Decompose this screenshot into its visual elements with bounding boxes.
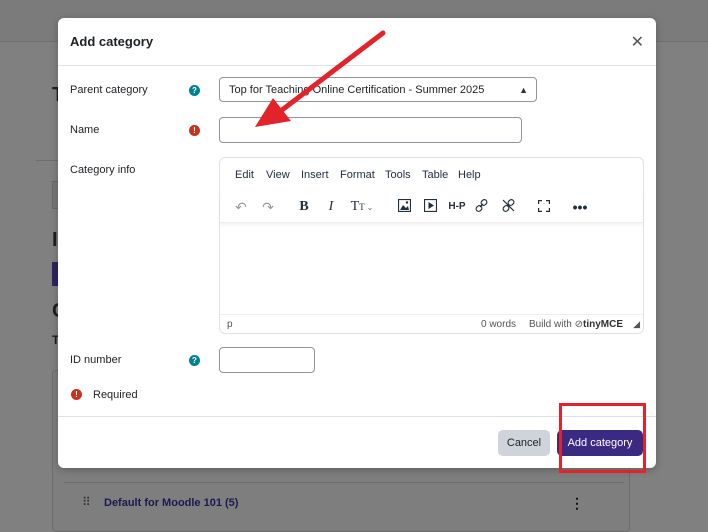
category-info-editor[interactable]: Edit View Insert Format Tools Table Help… <box>219 157 644 334</box>
drag-handle-icon[interactable]: ⠿ <box>82 495 91 509</box>
id-number-label: ID number <box>70 354 122 366</box>
image-icon[interactable] <box>393 197 415 217</box>
kebab-menu-icon[interactable]: ⋮ <box>570 495 584 512</box>
editor-menubar: Edit View Insert Format Tools Table Help <box>220 158 643 190</box>
select-caret-icon: ▲ <box>519 85 528 95</box>
required-icon: ! <box>71 389 82 400</box>
parent-category-value: Top for Teaching Online Certification - … <box>229 84 485 96</box>
element-path[interactable]: p <box>227 319 233 330</box>
font-size-icon[interactable]: TT ⌄ <box>347 197 377 217</box>
dialog-header: Add category ✕ <box>58 18 656 66</box>
editor-toolbar: ↶ ↷ B I TT ⌄ H‑P ••• <box>220 192 643 223</box>
required-icon: ! <box>189 125 200 136</box>
menu-help[interactable]: Help <box>458 169 481 181</box>
help-icon[interactable]: ? <box>189 355 200 366</box>
name-input[interactable] <box>219 117 522 143</box>
more-icon[interactable]: ••• <box>569 197 591 217</box>
parent-category-label: Parent category <box>70 84 148 96</box>
category-row-title[interactable]: Default for Moodle 101 (5) <box>104 497 238 509</box>
background-heading-fragment: I <box>52 229 58 251</box>
redo-icon[interactable]: ↷ <box>257 197 279 217</box>
editor-statusbar: p 0 words Build with ⊘tinyMCE ◢ <box>220 314 643 333</box>
menu-table[interactable]: Table <box>422 169 448 181</box>
tinymce-logo-icon: ⊘ <box>574 319 583 330</box>
italic-icon[interactable]: I <box>320 197 342 217</box>
category-info-label: Category info <box>70 164 136 176</box>
menu-edit[interactable]: Edit <box>235 169 254 181</box>
tinymce-brand: tinyMCE <box>582 319 623 330</box>
annotation-highlight-box <box>559 403 646 473</box>
word-count[interactable]: 0 words <box>481 319 516 330</box>
background-category-row[interactable]: ⠿ Default for Moodle 101 (5) ⋮ <box>64 482 624 513</box>
built-with-branding[interactable]: Build with ⊘tinyMCE <box>529 319 623 330</box>
name-label: Name <box>70 124 100 136</box>
cancel-button[interactable]: Cancel <box>498 430 550 456</box>
background-divider <box>36 160 58 161</box>
help-icon[interactable]: ? <box>189 85 200 96</box>
required-note: Required <box>93 389 138 401</box>
menu-format[interactable]: Format <box>340 169 375 181</box>
add-category-dialog: Add category ✕ Parent category ? Top for… <box>58 18 656 468</box>
built-with-text: Build with <box>529 319 572 330</box>
media-icon[interactable] <box>419 197 441 217</box>
resize-handle-icon[interactable]: ◢ <box>633 319 640 330</box>
undo-icon[interactable]: ↶ <box>230 197 252 217</box>
link-icon[interactable] <box>470 197 492 217</box>
fullscreen-icon[interactable] <box>533 197 555 217</box>
parent-category-select[interactable]: Top for Teaching Online Certification - … <box>219 77 537 102</box>
menu-view[interactable]: View <box>266 169 290 181</box>
menu-tools[interactable]: Tools <box>385 169 411 181</box>
h5p-icon[interactable]: H‑P <box>444 197 470 217</box>
menu-insert[interactable]: Insert <box>301 169 329 181</box>
id-number-input[interactable] <box>219 347 315 373</box>
bold-icon[interactable]: B <box>293 197 315 217</box>
close-icon[interactable]: ✕ <box>631 32 644 52</box>
dialog-title: Add category <box>70 34 154 49</box>
unlink-icon[interactable] <box>497 197 519 217</box>
